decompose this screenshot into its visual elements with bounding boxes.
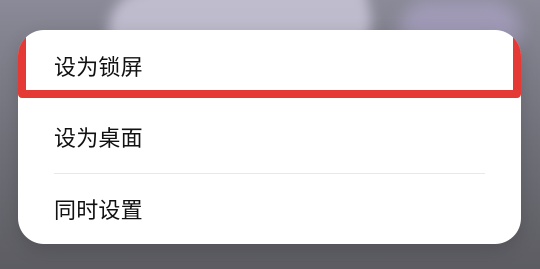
set-as-lock-screen-label: 设为锁屏	[54, 55, 143, 81]
set-both-option[interactable]: 同时设置	[18, 173, 521, 244]
set-as-lock-screen-option[interactable]: 设为锁屏	[18, 30, 521, 101]
set-as-home-screen-option[interactable]: 设为桌面	[18, 101, 521, 172]
set-as-home-screen-label: 设为桌面	[54, 126, 143, 152]
set-both-label: 同时设置	[54, 198, 143, 224]
set-wallpaper-menu: 设为锁屏 设为桌面 同时设置	[18, 30, 521, 244]
